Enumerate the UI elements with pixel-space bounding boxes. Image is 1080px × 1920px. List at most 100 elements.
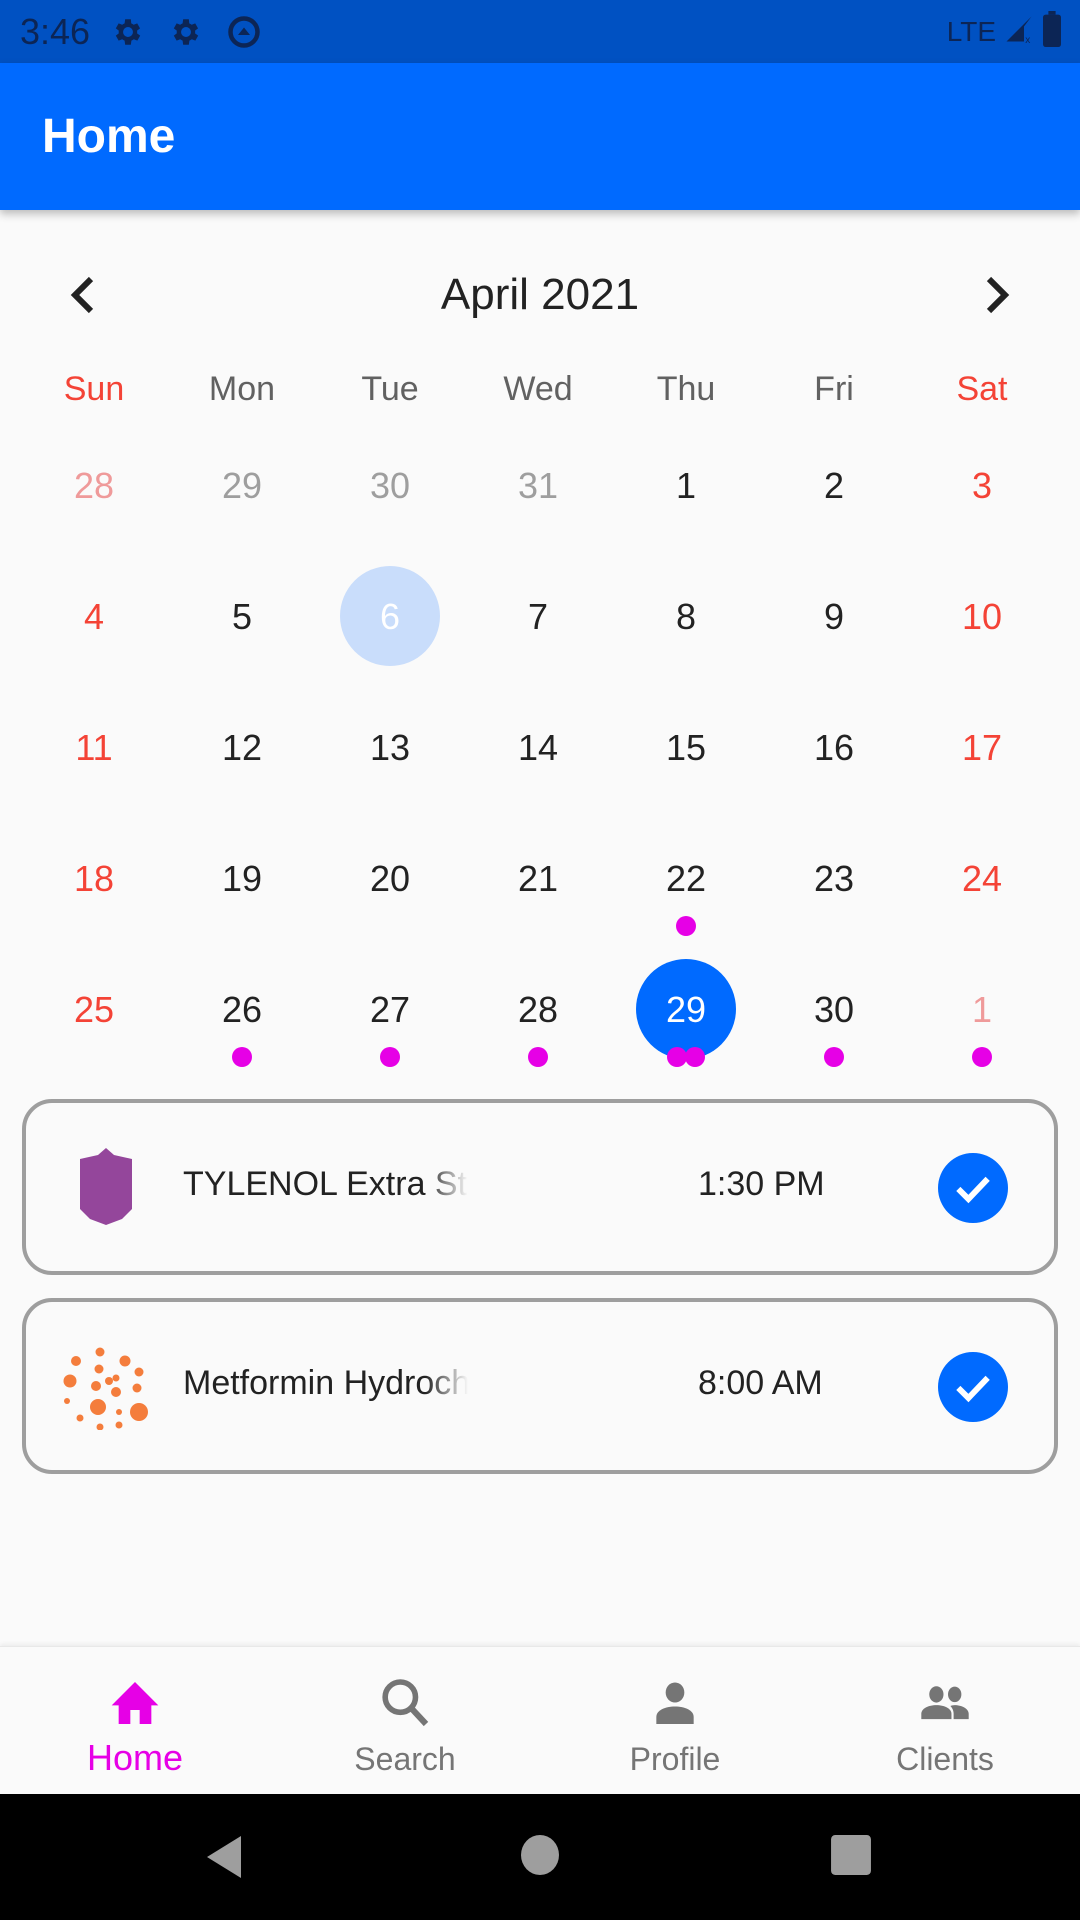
- event-marker-dot: [972, 1047, 992, 1067]
- nav-item-profile[interactable]: Profile: [540, 1647, 810, 1794]
- day-number: 21: [517, 857, 559, 899]
- day-number: 1: [971, 988, 993, 1030]
- medication-time: 8:00 AM: [698, 1364, 823, 1402]
- day-number: 3: [971, 464, 993, 506]
- weekday-label: Mon: [208, 370, 276, 408]
- day-number: 20: [369, 857, 411, 899]
- calendar-day[interactable]: 9: [760, 551, 908, 682]
- calendar-day[interactable]: 30: [316, 420, 464, 551]
- dots-pill-icon: [63, 1347, 148, 1430]
- day-number: 24: [961, 857, 1003, 899]
- calendar-day[interactable]: 1: [908, 944, 1056, 1075]
- event-marker-dot: [824, 1047, 844, 1067]
- battery-icon: [1042, 11, 1062, 52]
- next-month-button[interactable]: [972, 270, 1022, 320]
- calendar-day[interactable]: 8: [612, 551, 760, 682]
- calendar-day[interactable]: 23: [760, 813, 908, 944]
- event-marker-dot: [232, 1047, 252, 1067]
- day-number: 28: [517, 988, 559, 1030]
- calendar-day[interactable]: 29: [168, 420, 316, 551]
- shield-pill-icon: [80, 1148, 132, 1225]
- day-number: 27: [369, 988, 411, 1030]
- calendar-day[interactable]: 2: [760, 420, 908, 551]
- event-markers: [464, 1047, 612, 1067]
- settings-icon: [110, 14, 146, 50]
- taken-checkbox[interactable]: [938, 1153, 1008, 1223]
- calendar-day[interactable]: 7: [464, 551, 612, 682]
- previous-month-button[interactable]: [58, 270, 108, 320]
- person-icon: [647, 1675, 703, 1731]
- calendar-day[interactable]: 5: [168, 551, 316, 682]
- calendar-day[interactable]: 21: [464, 813, 612, 944]
- calendar-day[interactable]: 27: [316, 944, 464, 1075]
- calendar-day[interactable]: 25: [20, 944, 168, 1075]
- calendar-day[interactable]: 15: [612, 682, 760, 813]
- weekday-label: Thu: [656, 370, 716, 408]
- nav-item-clients[interactable]: Clients: [810, 1647, 1080, 1794]
- taken-checkbox[interactable]: [938, 1352, 1008, 1422]
- calendar-day[interactable]: 4: [20, 551, 168, 682]
- day-number: 18: [73, 857, 115, 899]
- calendar-header: April 2021: [0, 255, 1080, 335]
- calendar-day[interactable]: 13: [316, 682, 464, 813]
- calendar-week: 11 12 13 14 15 16 17: [20, 682, 1056, 813]
- day-number: 4: [83, 595, 105, 637]
- system-nav-bar: [0, 1794, 1080, 1920]
- calendar-day[interactable]: 16: [760, 682, 908, 813]
- calendar-day[interactable]: 20: [316, 813, 464, 944]
- day-number: 9: [823, 595, 845, 637]
- calendar-day[interactable]: 19: [168, 813, 316, 944]
- nav-item-home[interactable]: Home: [0, 1647, 270, 1794]
- system-recents-button[interactable]: [830, 1834, 872, 1881]
- medication-name: Metformin Hydrochloride: [183, 1364, 468, 1402]
- day-number: 5: [231, 595, 253, 637]
- weekday-label: Fri: [814, 370, 854, 408]
- medication-name: TYLENOL Extra Strength: [183, 1165, 468, 1203]
- calendar-day[interactable]: 1: [612, 420, 760, 551]
- day-number: 31: [517, 464, 559, 506]
- status-right: LTE x: [947, 0, 1062, 63]
- day-number: 19: [221, 857, 263, 899]
- medication-time: 1:30 PM: [698, 1165, 825, 1203]
- calendar-day[interactable]: 24: [908, 813, 1056, 944]
- check-icon: [956, 1176, 990, 1204]
- medication-card[interactable]: Metformin Hydrochloride 8:00 AM: [22, 1298, 1058, 1474]
- day-number: 30: [813, 988, 855, 1030]
- calendar-day[interactable]: 17: [908, 682, 1056, 813]
- event-markers: [612, 916, 760, 936]
- calendar-day[interactable]: 28: [464, 944, 612, 1075]
- event-markers: [760, 1047, 908, 1067]
- calendar-day[interactable]: 12: [168, 682, 316, 813]
- calendar-day[interactable]: 11: [20, 682, 168, 813]
- back-triangle-icon: [207, 1836, 241, 1878]
- day-number: 22: [665, 857, 707, 899]
- search-icon: [377, 1675, 433, 1731]
- nav-label: Home: [86, 1737, 184, 1778]
- calendar-day[interactable]: 10: [908, 551, 1056, 682]
- calendar-day[interactable]: 14: [464, 682, 612, 813]
- calendar-day[interactable]: 18: [20, 813, 168, 944]
- day-number: 11: [75, 726, 113, 768]
- event-markers: [316, 1047, 464, 1067]
- day-number: 23: [813, 857, 855, 899]
- calendar-day-selected[interactable]: 29: [612, 944, 760, 1075]
- nav-item-search[interactable]: Search: [270, 1647, 540, 1794]
- system-back-button[interactable]: [205, 1834, 245, 1885]
- day-number: 16: [813, 726, 855, 768]
- calendar-day-today[interactable]: 6: [316, 551, 464, 682]
- calendar-day[interactable]: 28: [20, 420, 168, 551]
- calendar-day[interactable]: 30: [760, 944, 908, 1075]
- medication-card[interactable]: TYLENOL Extra Strength 1:30 PM: [22, 1099, 1058, 1275]
- event-marker-dot: [685, 1047, 705, 1067]
- day-number: 8: [675, 595, 697, 637]
- chevron-left-icon: [70, 276, 94, 314]
- calendar-day[interactable]: 22: [612, 813, 760, 944]
- calendar-day[interactable]: 3: [908, 420, 1056, 551]
- day-number: 29: [665, 988, 707, 1030]
- day-number: 6: [379, 595, 401, 637]
- weekday-header: Sun Mon Tue Wed Thu Fri Sat: [0, 370, 1080, 409]
- chevron-right-icon: [986, 276, 1010, 314]
- calendar-day[interactable]: 26: [168, 944, 316, 1075]
- system-home-button[interactable]: [520, 1834, 560, 1881]
- calendar-day[interactable]: 31: [464, 420, 612, 551]
